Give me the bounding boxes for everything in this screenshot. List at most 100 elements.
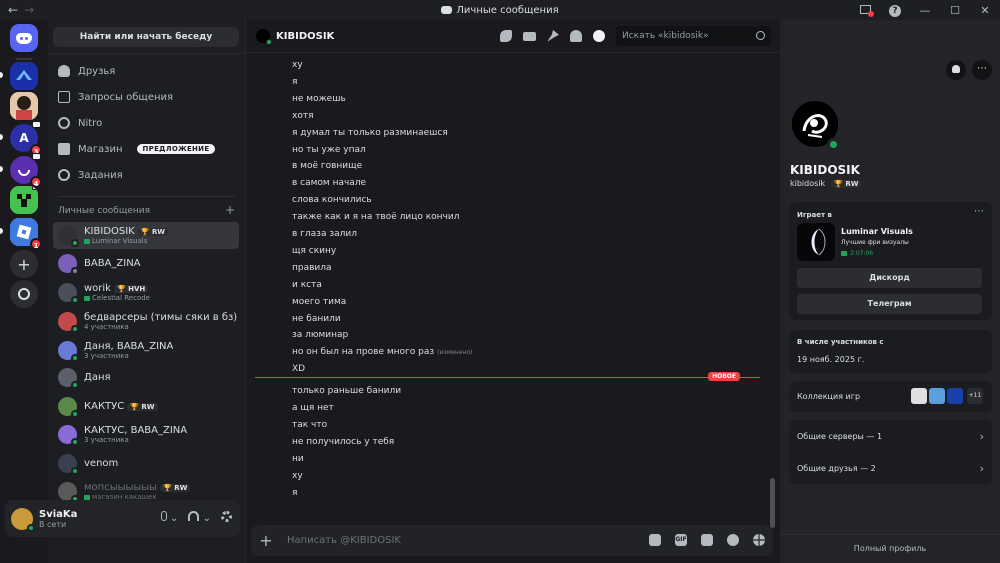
nav-message-requests[interactable]: Запросы общения [58, 86, 238, 108]
find-conversation-button[interactable]: Найти или начать беседу [53, 27, 239, 47]
voice-call-icon[interactable] [500, 30, 512, 42]
header-toolbar: Искать «kibidosik» [500, 26, 771, 46]
dm-name: venom [84, 458, 119, 469]
add-server-button[interactable]: + [10, 250, 38, 278]
maximize-button[interactable]: ☐ [940, 4, 970, 17]
unread-pill [0, 166, 3, 172]
message-text: я [292, 76, 298, 87]
message-text: моего тима [292, 296, 347, 307]
divider [48, 53, 245, 54]
dm-item[interactable]: Даня, BABA_ZINA 3 участника [53, 337, 239, 364]
mutual-servers-row[interactable]: Общие серверы — 1 › [797, 430, 984, 443]
trophy-icon: 🏆 [163, 483, 172, 492]
add-friends-to-dm-icon[interactable] [570, 30, 582, 42]
headphones-button[interactable]: ⌄ [188, 511, 211, 524]
server-icon-blue[interactable] [10, 62, 38, 90]
profile-actions: ⋯ [946, 60, 992, 80]
message-text: не банили [292, 313, 341, 324]
gift-icon[interactable] [649, 534, 661, 546]
server-icon-roblox[interactable]: 1 [10, 218, 42, 250]
game-collection-card[interactable]: Коллекция игр +11 [789, 381, 992, 412]
server-icon-avatar[interactable] [10, 92, 38, 120]
dm-name: Даня, BABA_ZINA [84, 341, 174, 352]
server-icon-a[interactable]: A 3 [10, 121, 42, 156]
discord-logo-icon [441, 5, 453, 14]
nav-quests[interactable]: Задания [58, 164, 238, 186]
nav-friends[interactable]: Друзья [58, 60, 238, 82]
server-icon-purple[interactable]: 4 [10, 153, 42, 188]
dm-item[interactable]: worik 🏆 HVH Celestial Recode [53, 279, 239, 306]
server-icon-creeper[interactable] [10, 186, 38, 214]
search-input[interactable]: Искать «kibidosik» [616, 26, 771, 46]
activity-button-telegram[interactable]: Телеграм [797, 294, 982, 314]
emoji-icon[interactable] [727, 534, 739, 546]
minimize-button[interactable]: — [910, 4, 940, 17]
message-text: не можешь [292, 93, 346, 104]
message-composer[interactable]: + Написать @KIBIDOSIK GIF [251, 525, 773, 556]
full-profile-button[interactable]: Полный профиль [780, 534, 1000, 563]
more-options-button[interactable]: ⋯ [972, 60, 992, 80]
message-text: правила [292, 262, 332, 273]
chevron-down-icon[interactable]: ⌄ [170, 513, 178, 524]
avatar [58, 482, 79, 503]
apps-icon[interactable] [753, 534, 765, 546]
message-text: не получилось у тебя [292, 436, 395, 447]
activity-elapsed: 2:07:06 [841, 250, 873, 257]
video-call-icon[interactable] [523, 31, 536, 41]
gif-button[interactable]: GIF [675, 534, 687, 546]
message-text: хотя [292, 110, 314, 121]
recipient-name[interactable]: KIBIDOSIK [276, 31, 334, 42]
avatar [58, 425, 79, 446]
dm-item[interactable]: KIBIDOSIK 🏆 RW Luminar Visuals [53, 222, 239, 249]
user-profile-icon[interactable] [593, 30, 605, 42]
dm-item[interactable]: BABA_ZINA [53, 250, 239, 277]
message-text: ху [292, 60, 303, 70]
dm-name: КАКТУС 🏆 RW [84, 401, 158, 412]
chevron-down-icon[interactable]: ⌄ [203, 513, 211, 524]
dm-item[interactable]: бедварсеры (тимы сяки в бз) 4 участника [53, 308, 239, 335]
pinned-messages-icon[interactable] [547, 30, 559, 42]
mutual-friends-row[interactable]: Общие друзья — 2 › [797, 462, 984, 475]
back-arrow-icon[interactable]: ← [8, 3, 18, 17]
dm-item[interactable]: Даня [53, 364, 239, 391]
nav-shop[interactable]: Магазин ПРЕДЛОЖЕНИЕ [58, 138, 238, 160]
voice-icon [32, 121, 41, 128]
home-button[interactable] [10, 24, 38, 52]
add-friend-button[interactable] [946, 60, 966, 80]
server-rail: A 3 4 1 + [0, 20, 48, 563]
dm-name: бедварсеры (тимы сяки в бз) [84, 312, 238, 323]
microphone-button[interactable]: ⌄ [160, 511, 178, 524]
message-text: слова кончились [292, 195, 372, 206]
dm-item[interactable]: КАКТУС, BABA_ZINA 3 участника [53, 421, 239, 448]
close-button[interactable]: ✕ [970, 4, 1000, 17]
help-icon[interactable]: ? [880, 3, 910, 17]
sticker-icon[interactable] [701, 534, 713, 546]
inbox-icon[interactable] [850, 4, 880, 17]
message-text: в глаза залил [292, 229, 357, 239]
compass-icon [18, 288, 30, 300]
status-indicator [27, 523, 35, 532]
clan-tag: 🏆 HVH [113, 284, 149, 293]
message-text: я думал ты только разминаешся [292, 127, 448, 138]
profile-display-name: KIBIDOSIK [790, 163, 860, 177]
forward-arrow-icon[interactable]: → [24, 3, 34, 17]
create-dm-button[interactable]: + [225, 204, 235, 216]
status-indicator [71, 467, 79, 475]
message-list: ху я не можешь хотя я думал ты только размин… [246, 54, 781, 516]
username: SviaKa [39, 508, 78, 520]
activity-button-discord[interactable]: Дискорд [797, 268, 982, 288]
attach-button[interactable]: + [251, 531, 281, 550]
dm-item[interactable]: venom [53, 450, 239, 477]
clan-tag: 🏆 RW [137, 227, 169, 236]
user-avatar[interactable] [11, 507, 35, 532]
recipient-avatar[interactable] [256, 29, 272, 45]
scrollbar[interactable] [770, 478, 775, 528]
settings-gear-icon[interactable] [221, 511, 232, 522]
avatar [58, 397, 79, 418]
nav-nitro[interactable]: Nitro [58, 112, 238, 134]
activity-more-icon[interactable]: ⋯ [974, 206, 984, 217]
message-input[interactable]: Написать @KIBIDOSIK [287, 535, 401, 546]
discover-button[interactable] [10, 280, 38, 308]
dm-item[interactable]: КАКТУС 🏆 RW [53, 393, 239, 420]
gamepad-icon [84, 238, 90, 244]
